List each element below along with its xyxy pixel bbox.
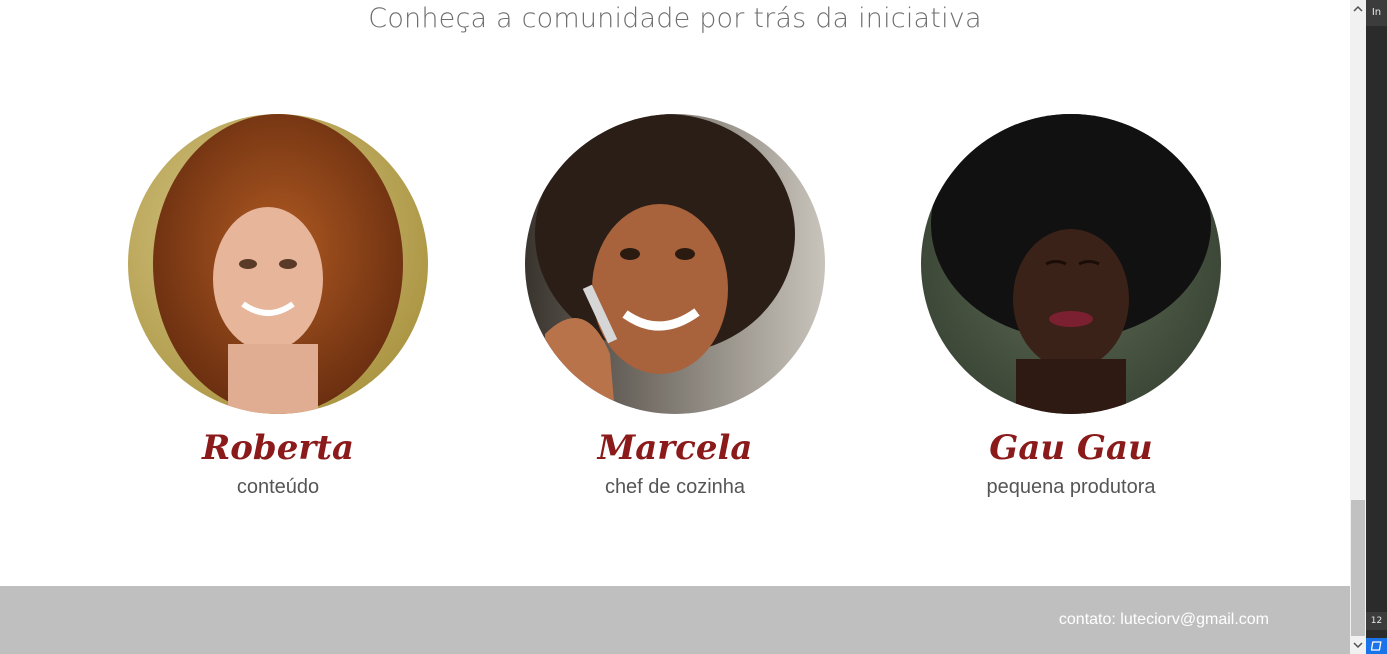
footer-contact-email[interactable]: contato: luteciorv@gmail.com [1059,611,1269,629]
page: Conheça a comunidade por trás da iniciat… [0,0,1350,654]
scroll-up-arrow-icon[interactable] [1350,0,1366,18]
scroll-down-arrow-icon[interactable] [1350,636,1366,654]
member-name: Marcela [597,428,753,468]
scrollbar-thumb[interactable] [1351,500,1365,636]
devtools-counter: 12 [1366,612,1387,630]
member-photo [128,114,428,414]
devtools-panel: In 12 [1366,0,1387,654]
devtools-tab[interactable]: In [1366,0,1387,26]
device-toggle-icon[interactable] [1366,638,1387,654]
member-name: Gau Gau [989,428,1153,468]
section-title: Conheça a comunidade por trás da iniciat… [368,3,982,34]
member-card-marcela: Marcela chef de cozinha [525,114,825,500]
member-name: Roberta [202,428,354,468]
member-photo [525,114,825,414]
member-card-roberta: Roberta conteúdo [128,114,428,500]
member-role: conteúdo [236,476,320,498]
footer: contato: luteciorv@gmail.com [0,586,1350,654]
member-role: pequena produtora [986,476,1156,498]
vertical-scrollbar[interactable] [1350,0,1366,654]
member-card-gau-gau: Gau Gau pequena produtora [921,114,1221,500]
member-role: chef de cozinha [604,476,746,498]
member-photo [921,114,1221,414]
